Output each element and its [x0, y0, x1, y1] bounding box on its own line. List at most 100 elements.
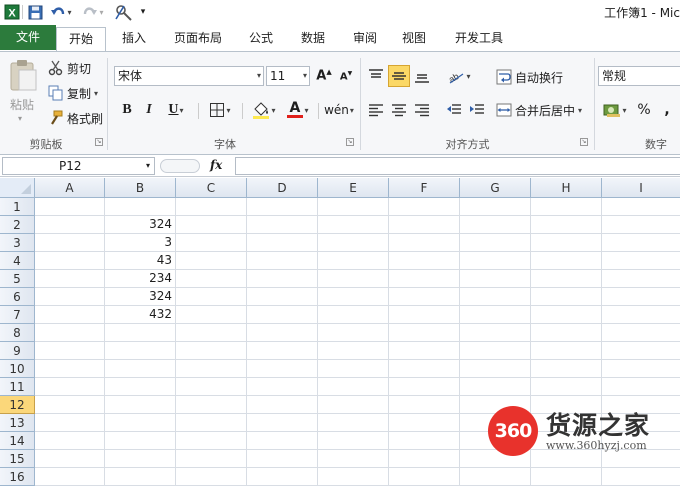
column-header-f[interactable]: F [389, 178, 460, 198]
chevron-down-icon: ▾ [145, 161, 150, 170]
increase-indent-button[interactable] [466, 99, 488, 121]
row-header[interactable]: 9 [0, 342, 35, 360]
alignment-launcher-icon[interactable]: ↘ [580, 138, 588, 146]
row-header[interactable]: 5 [0, 270, 35, 288]
excel-window: X ▾ ▾ ▾ 工作簿1 - Mic 文件 开始 插入 页面布局 公式 数据 审… [0, 0, 680, 486]
borders-button[interactable]: ▾ [204, 99, 236, 121]
format-painter-button[interactable]: 格式刷 [48, 108, 103, 128]
number-group-label: 数字 [645, 138, 667, 151]
ribbon: 粘贴 ▾ 剪切 复制 ▾ 格式刷 剪贴板 ↘ 宋体 ▾ 11 ▾ A▲ A▼ B I … [0, 51, 680, 155]
column-header-h[interactable]: H [531, 178, 602, 198]
orientation-button[interactable]: ab ▾ [443, 65, 475, 87]
customize-qat-icon[interactable]: ▾ [138, 2, 148, 22]
align-top-button[interactable] [365, 65, 387, 87]
phonetic-button[interactable]: wén ▾ [322, 99, 356, 121]
cut-label: 剪切 [67, 61, 92, 76]
tools-icon[interactable] [112, 2, 136, 22]
excel-logo-icon[interactable]: X [3, 2, 21, 22]
cut-button[interactable]: 剪切 [48, 58, 91, 78]
italic-button[interactable]: I [138, 99, 160, 121]
tab-review[interactable]: 审阅 [344, 27, 386, 51]
bold-button[interactable]: B [116, 99, 138, 121]
row-header[interactable]: 1 [0, 198, 35, 216]
number-format-combo[interactable]: 常规 [598, 66, 680, 86]
grow-font-button[interactable]: A▲ [313, 65, 335, 87]
merge-center-button[interactable]: 合并后居中 ▾ [496, 100, 582, 120]
undo-button[interactable]: ▾ [48, 2, 74, 22]
tab-developer[interactable]: 开发工具 [446, 27, 512, 51]
currency-button[interactable]: ▾ [600, 99, 630, 121]
tab-home[interactable]: 开始 [56, 27, 106, 51]
fill-color-button[interactable]: ▾ [248, 99, 280, 121]
row-header[interactable]: 7 [0, 306, 35, 324]
font-size-combo[interactable]: 11 ▾ [266, 66, 310, 86]
tab-formulas[interactable]: 公式 [240, 27, 282, 51]
row-header[interactable]: 15 [0, 450, 35, 468]
font-launcher-icon[interactable]: ↘ [346, 138, 354, 146]
row-header[interactable]: 6 [0, 288, 35, 306]
column-header-a[interactable]: A [35, 178, 105, 198]
copy-icon [48, 85, 63, 101]
column-header-b[interactable]: B [105, 178, 176, 198]
gridline [388, 198, 389, 486]
cell-b4[interactable]: 43 [105, 251, 175, 269]
cell-b6[interactable]: 324 [105, 287, 175, 305]
row-header[interactable]: 4 [0, 252, 35, 270]
align-middle-button[interactable] [388, 65, 410, 87]
font-color-button[interactable]: A ▾ [282, 99, 314, 121]
tab-view[interactable]: 视图 [393, 27, 435, 51]
align-bottom-button[interactable] [411, 65, 433, 87]
save-icon[interactable] [26, 2, 44, 22]
tab-page-layout[interactable]: 页面布局 [166, 27, 230, 51]
select-all-corner[interactable] [0, 178, 35, 198]
column-header-d[interactable]: D [247, 178, 318, 198]
wrap-text-button[interactable]: 自动换行 [496, 67, 563, 87]
row-header[interactable]: 14 [0, 432, 35, 450]
gridline [35, 341, 680, 342]
cell-b7[interactable]: 432 [105, 305, 175, 323]
row-header[interactable]: 13 [0, 414, 35, 432]
cell-b5[interactable]: 234 [105, 269, 175, 287]
percent-button[interactable]: % [633, 99, 655, 121]
row-header[interactable]: 16 [0, 468, 35, 486]
tab-data[interactable]: 数据 [292, 27, 334, 51]
title-bar: X ▾ ▾ ▾ 工作簿1 - Mic [0, 0, 680, 24]
formula-bar-resize-handle[interactable] [160, 159, 200, 173]
alignment-group-label: 对齐方式 [445, 138, 490, 151]
insert-function-button[interactable]: fx [210, 158, 222, 172]
decrease-indent-button[interactable] [443, 99, 465, 121]
align-right-button[interactable] [411, 99, 433, 121]
column-header-c[interactable]: C [176, 178, 247, 198]
font-name-combo[interactable]: 宋体 ▾ [114, 66, 264, 86]
align-left-button[interactable] [365, 99, 387, 121]
paste-button[interactable]: 粘贴 ▾ [4, 56, 40, 128]
column-header-g[interactable]: G [460, 178, 531, 198]
cell-b2[interactable]: 324 [105, 215, 175, 233]
row-header[interactable]: 11 [0, 378, 35, 396]
copy-button[interactable]: 复制 ▾ [48, 83, 98, 103]
row-header[interactable]: 8 [0, 324, 35, 342]
underline-icon: U [168, 102, 179, 117]
paste-dropdown-icon: ▾ [18, 114, 23, 123]
tab-file[interactable]: 文件 [0, 25, 56, 50]
align-bottom-icon [415, 74, 429, 83]
formula-input[interactable] [235, 157, 680, 175]
column-header-e[interactable]: E [318, 178, 389, 198]
row-header[interactable]: 3 [0, 234, 35, 252]
column-header-i[interactable]: I [602, 178, 680, 198]
row-header[interactable]: 10 [0, 360, 35, 378]
comma-style-button[interactable]: , [656, 99, 678, 121]
underline-button[interactable]: U ▾ [160, 99, 192, 121]
row-header[interactable]: 2 [0, 216, 35, 234]
row-header-selected[interactable]: 12 [0, 396, 35, 414]
align-center-button[interactable] [388, 99, 410, 121]
scissors-icon [48, 60, 63, 76]
watermark-name: 货源之家 [546, 411, 651, 440]
redo-button[interactable]: ▾ [80, 2, 106, 22]
shrink-font-button[interactable]: A▼ [335, 65, 357, 87]
cell-b3[interactable]: 3 [105, 233, 175, 251]
tab-insert[interactable]: 插入 [112, 27, 156, 51]
watermark: 360 货源之家 www.360hyzj.com [486, 404, 680, 460]
clipboard-launcher-icon[interactable]: ↘ [95, 138, 103, 146]
name-box[interactable]: P12 ▾ [2, 157, 155, 175]
